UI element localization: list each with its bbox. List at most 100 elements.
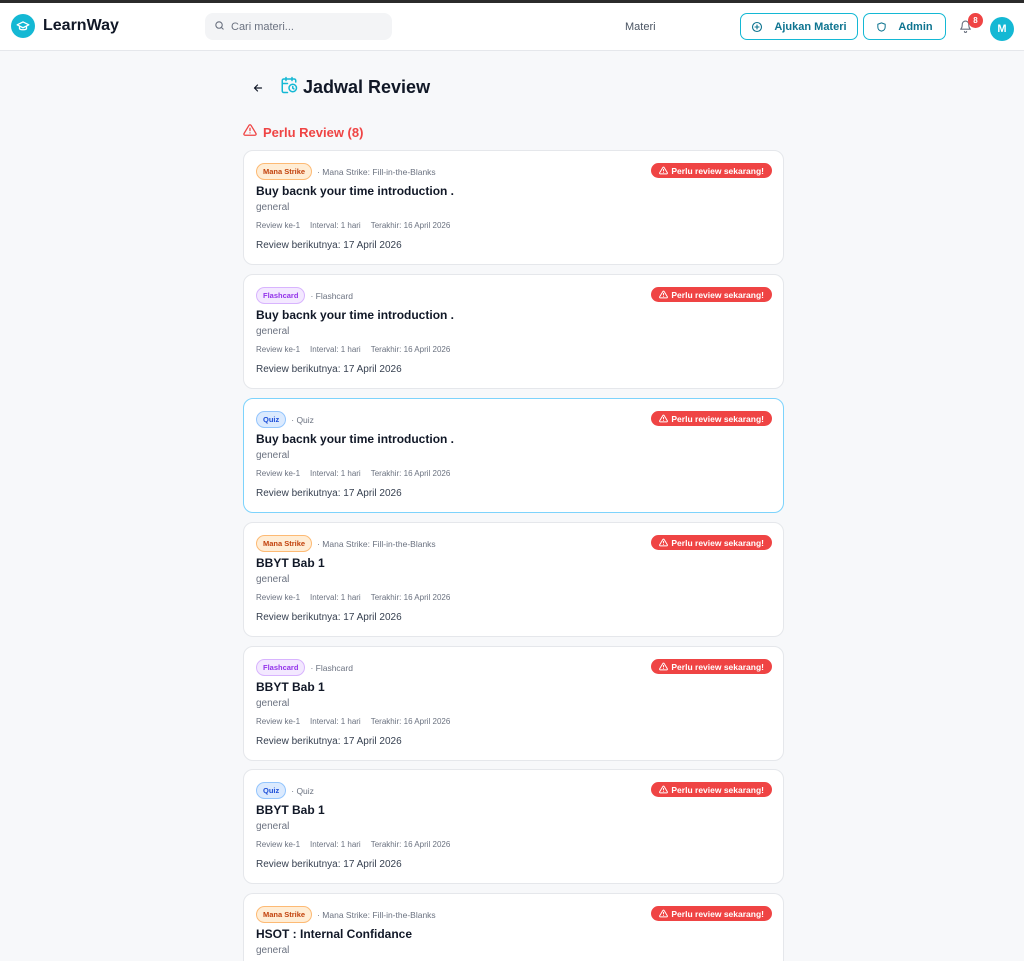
status-label: Perlu review sekarang! [671,289,764,300]
status-badge: Perlu review sekarang! [651,659,772,674]
status-badge: Perlu review sekarang! [651,411,772,426]
review-count: Review ke-1 [256,593,301,602]
card-tag-row: Flashcard · Flashcard [256,287,353,304]
review-card[interactable]: Mana Strike · Mana Strike: Fill-in-the-B… [243,522,784,637]
status-badge: Perlu review sekarang! [651,906,772,921]
card-category: general [256,945,290,956]
card-subtitle: · Mana Strike: Fill-in-the-Blanks [317,166,436,177]
card-title: BBYT Bab 1 [256,680,325,694]
next-review-date: Review berikutnya: 17 April 2026 [256,612,402,623]
status-label: Perlu review sekarang! [671,413,764,424]
card-meta: Review ke-1 Interval: 1 hari Terakhir: 1… [256,840,450,849]
review-card[interactable]: Quiz · Quiz Perlu review sekarang! Buy b… [243,398,784,513]
type-badge: Flashcard [256,287,306,304]
card-category: general [256,450,290,461]
last-review-date: Terakhir: 16 April 2026 [370,840,451,849]
shield-icon [877,21,887,32]
card-tag-row: Mana Strike · Mana Strike: Fill-in-the-B… [256,906,436,923]
top-navbar: LearnWay Materi Ajukan Materi Admin 8 M [0,3,1024,51]
last-review-date: Terakhir: 16 April 2026 [370,221,451,230]
ajukan-materi-label: Ajukan Materi [774,20,847,33]
review-interval: Interval: 1 hari [310,593,361,602]
type-badge: Mana Strike [256,163,313,180]
last-review-date: Terakhir: 16 April 2026 [370,345,451,354]
nav-link-materi[interactable]: Materi [625,21,656,33]
review-card[interactable]: Flashcard · Flashcard Perlu review sekar… [243,646,784,761]
page-title: Jadwal Review [303,77,431,97]
brand[interactable]: LearnWay [11,14,119,38]
card-subtitle: · Mana Strike: Fill-in-the-Blanks [317,909,436,920]
calendar-clock-icon [280,76,298,99]
arrow-left-icon[interactable] [252,81,266,95]
review-interval: Interval: 1 hari [310,469,361,478]
review-card[interactable]: Flashcard · Flashcard Perlu review sekar… [243,274,784,389]
status-badge: Perlu review sekarang! [651,535,772,550]
app-name: LearnWay [43,17,119,34]
card-subtitle: · Quiz [291,414,314,425]
section-header: Perlu Review (8) [243,123,363,142]
status-badge: Perlu review sekarang! [651,163,772,178]
card-category: general [256,326,290,337]
notification-badge: 8 [968,13,983,28]
card-title: Buy bacnk your time introduction . [256,308,455,322]
review-card[interactable]: Mana Strike · Mana Strike: Fill-in-the-B… [243,893,784,961]
search-box[interactable] [205,13,392,40]
status-label: Perlu review sekarang! [671,537,764,548]
card-category: general [256,574,290,585]
admin-button[interactable]: Admin [863,13,946,40]
review-interval: Interval: 1 hari [310,717,361,726]
status-label: Perlu review sekarang! [671,661,764,672]
next-review-date: Review berikutnya: 17 April 2026 [256,488,402,499]
card-category: general [256,698,290,709]
card-title: Buy bacnk your time introduction . [256,184,455,198]
plus-circle-icon [752,21,763,32]
graduation-cap-icon [11,14,35,38]
next-review-date: Review berikutnya: 17 April 2026 [256,736,402,747]
search-input[interactable] [231,20,381,33]
review-interval: Interval: 1 hari [310,840,361,849]
warning-triangle-icon [243,123,257,142]
warning-triangle-icon [659,785,669,794]
warning-triangle-icon [659,290,669,299]
card-tag-row: Mana Strike · Mana Strike: Fill-in-the-B… [256,535,436,552]
card-tag-row: Flashcard · Flashcard [256,659,353,676]
review-count: Review ke-1 [256,469,301,478]
review-card[interactable]: Mana Strike · Mana Strike: Fill-in-the-B… [243,150,784,265]
card-subtitle: · Quiz [291,785,314,796]
card-meta: Review ke-1 Interval: 1 hari Terakhir: 1… [256,221,450,230]
card-title: HSOT : Internal Confidance [256,927,413,941]
warning-triangle-icon [659,538,669,547]
card-title: BBYT Bab 1 [256,803,325,817]
card-meta: Review ke-1 Interval: 1 hari Terakhir: 1… [256,469,450,478]
search-icon [214,18,225,36]
next-review-date: Review berikutnya: 17 April 2026 [256,859,402,870]
warning-triangle-icon [659,414,669,423]
review-count: Review ke-1 [256,221,301,230]
review-interval: Interval: 1 hari [310,221,361,230]
avatar[interactable]: M [990,17,1014,41]
last-review-date: Terakhir: 16 April 2026 [370,469,451,478]
card-category: general [256,202,290,213]
type-badge: Quiz [256,411,287,428]
status-label: Perlu review sekarang! [671,784,764,795]
ajukan-materi-button[interactable]: Ajukan Materi [740,13,858,40]
review-count: Review ke-1 [256,345,301,354]
card-meta: Review ke-1 Interval: 1 hari Terakhir: 1… [256,717,450,726]
card-tag-row: Quiz · Quiz [256,782,314,799]
type-badge: Flashcard [256,659,306,676]
last-review-date: Terakhir: 16 April 2026 [370,593,451,602]
review-count: Review ke-1 [256,717,301,726]
last-review-date: Terakhir: 16 April 2026 [370,717,451,726]
next-review-date: Review berikutnya: 17 April 2026 [256,240,402,251]
warning-triangle-icon [659,662,669,671]
card-subtitle: · Flashcard [310,662,353,673]
card-meta: Review ke-1 Interval: 1 hari Terakhir: 1… [256,345,450,354]
type-badge: Quiz [256,782,287,799]
admin-label: Admin [898,20,933,33]
card-tag-row: Quiz · Quiz [256,411,314,428]
type-badge: Mana Strike [256,535,313,552]
status-badge: Perlu review sekarang! [651,782,772,797]
next-review-date: Review berikutnya: 17 April 2026 [256,364,402,375]
card-category: general [256,821,290,832]
review-card[interactable]: Quiz · Quiz Perlu review sekarang! BBYT … [243,769,784,884]
